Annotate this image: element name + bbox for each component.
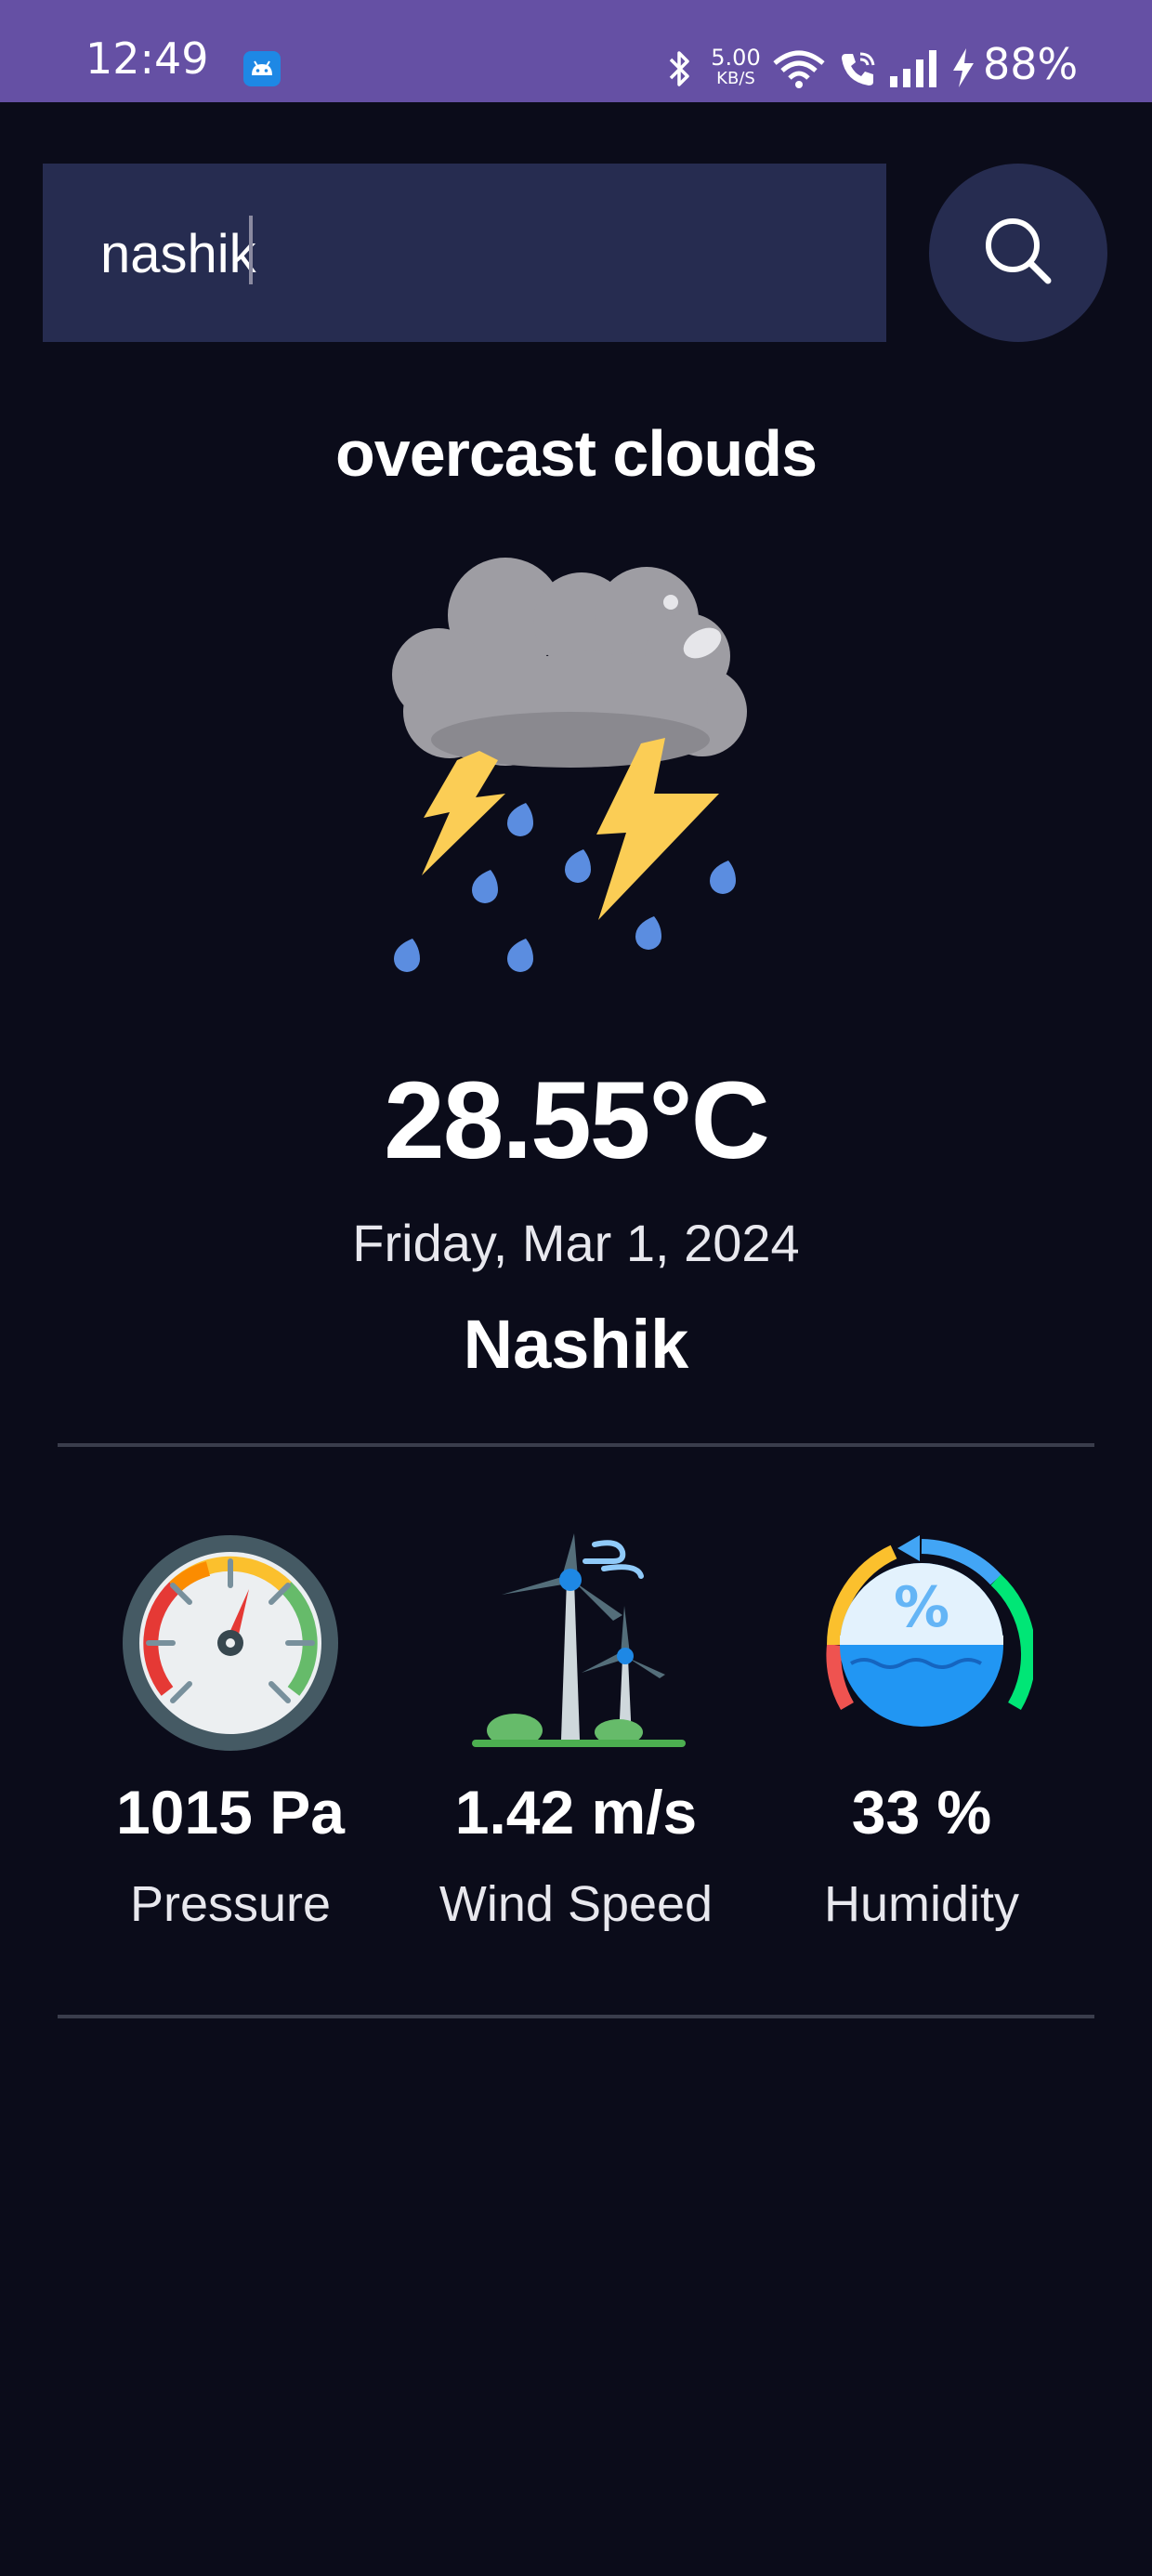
humidity-label: Humidity [823, 1876, 1020, 1932]
wind-turbine-icon [472, 1533, 686, 1747]
humidity-value: 33 % [851, 1778, 992, 1847]
network-speed: 5.00 KB/S [708, 46, 764, 87]
battery-percentage: 88% [983, 39, 1079, 89]
search-button[interactable] [929, 164, 1107, 342]
android-app-icon [243, 51, 281, 86]
text-cursor [249, 216, 253, 284]
thunderstorm-rain-icon [392, 558, 747, 972]
city-search-field[interactable] [43, 164, 886, 342]
wifi-icon [773, 50, 825, 88]
pressure-gauge-icon [123, 1535, 338, 1751]
bluetooth-icon [669, 51, 689, 86]
stat-pressure: 1015 Pa Pressure [91, 1533, 370, 1932]
network-speed-unit: KB/S [716, 69, 755, 88]
svg-text:%: % [894, 1575, 949, 1640]
status-bar: 12:49 5.00 KB/S 88% [0, 0, 1152, 102]
divider-top [58, 1443, 1094, 1447]
stat-humidity: % 33 % Humidity [782, 1533, 1061, 1932]
temperature: 28.55°C [384, 1059, 770, 1182]
status-time: 12:49 [85, 33, 209, 84]
signal-icon [890, 50, 936, 87]
stat-wind-speed: 1.42 m/s Wind Speed [437, 1533, 715, 1932]
wifi-calling-icon [842, 52, 875, 85]
city-name: Nashik [463, 1306, 689, 1383]
wind-speed-label: Wind Speed [439, 1876, 713, 1932]
pressure-label: Pressure [129, 1876, 332, 1932]
search-icon [986, 218, 1052, 284]
weather-description: overcast clouds [335, 417, 818, 490]
charging-icon [953, 48, 974, 87]
city-search-input[interactable] [100, 212, 862, 296]
network-speed-value: 5.00 [711, 45, 761, 71]
pressure-value: 1015 Pa [116, 1778, 345, 1847]
humidity-icon: % [826, 1535, 1033, 1727]
wind-speed-value: 1.42 m/s [454, 1778, 698, 1847]
divider-bottom [58, 2015, 1094, 2018]
date: Friday, Mar 1, 2024 [352, 1214, 800, 1272]
